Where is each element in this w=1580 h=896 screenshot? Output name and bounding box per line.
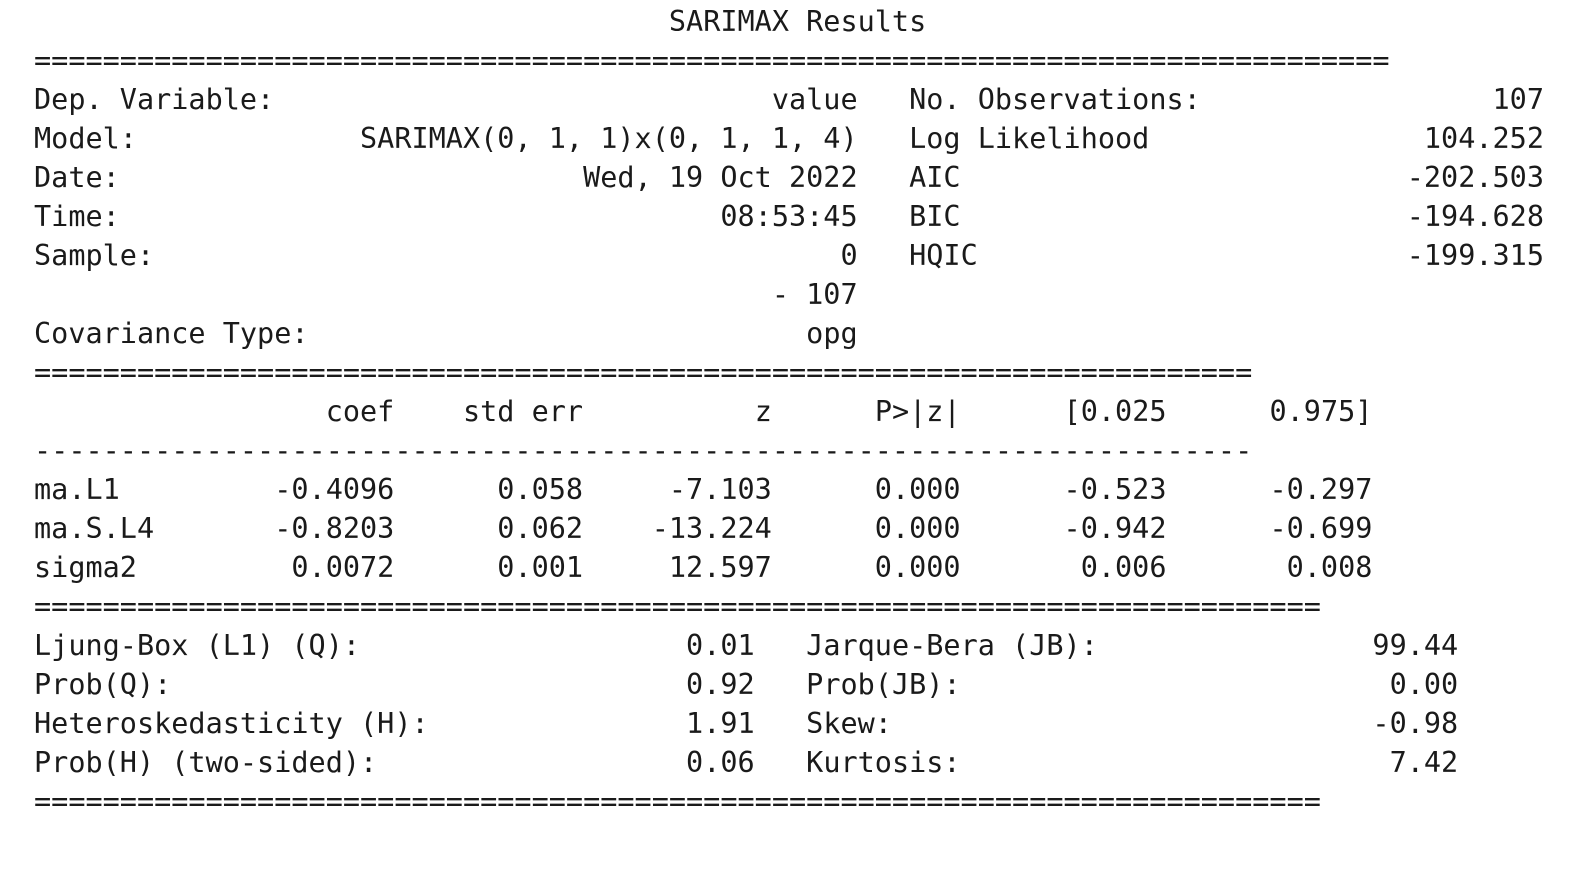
coef-column-header: coef <box>325 395 395 428</box>
separator-diag-top: ========================================… <box>34 590 1321 623</box>
model-info-row: Dep. Variable: value No. Observations: 1… <box>34 83 1544 116</box>
model-info-value: 104.252 <box>1423 122 1544 155</box>
coef-cell: 0.000 <box>874 473 961 506</box>
coef-cell: 0.000 <box>874 551 961 584</box>
model-info-label: No. Observations: <box>909 83 1201 116</box>
diagnostic-value: 0.01 <box>686 629 755 662</box>
coef-column-header: 0.975] <box>1269 395 1373 428</box>
coef-cell: 0.001 <box>497 551 584 584</box>
diagnostics-row: Heteroskedasticity (H): 1.91 Skew: -0.98 <box>34 707 1458 740</box>
diagnostics-section: Ljung-Box (L1) (Q): 0.01 Jarque-Bera (JB… <box>34 626 1544 782</box>
diagnostic-label: Skew: <box>806 707 892 740</box>
model-info-value: -202.503 <box>1406 161 1544 194</box>
model-info-value: 107 <box>1492 83 1544 116</box>
model-info-value: 0 <box>840 239 858 272</box>
coef-cell: -0.699 <box>1269 512 1373 545</box>
coef-table-body: ma.L1 -0.4096 0.058 -7.103 0.000 -0.523 … <box>34 470 1544 587</box>
diagnostic-value: 7.42 <box>1389 746 1459 779</box>
coef-row-name: sigma2 <box>34 551 137 584</box>
coef-cell: 0.006 <box>1080 551 1167 584</box>
coef-cell: -0.942 <box>1063 512 1167 545</box>
model-info-value: - 107 <box>771 278 858 311</box>
model-info-label: AIC <box>909 161 961 194</box>
coef-cell: -7.103 <box>668 473 772 506</box>
diagnostics-row: Prob(H) (two-sided): 0.06 Kurtosis: 7.42 <box>34 746 1458 779</box>
diagnostic-label: Ljung-Box (L1) (Q): <box>34 629 361 662</box>
coef-table-header: coef std err z P>|z| [0.025 0.975] <box>34 392 1544 431</box>
coef-cell: -0.297 <box>1269 473 1373 506</box>
model-info-row: Date: Wed, 19 Oct 2022 AIC -202.503 <box>34 161 1544 194</box>
coef-table-row: sigma2 0.0072 0.001 12.597 0.000 0.006 0… <box>34 551 1372 584</box>
coef-cell: 0.008 <box>1286 551 1373 584</box>
diagnostics-row: Ljung-Box (L1) (Q): 0.01 Jarque-Bera (JB… <box>34 629 1458 662</box>
coef-column-header: P>|z| <box>874 395 961 428</box>
coef-cell: 12.597 <box>668 551 772 584</box>
separator-diag-bottom: ========================================… <box>34 785 1321 818</box>
diagnostic-label: Prob(JB): <box>806 668 961 701</box>
sarimax-results-report: SARIMAX Results ========================… <box>34 2 1544 821</box>
coef-cell: -0.523 <box>1063 473 1167 506</box>
coef-row-name: ma.S.L4 <box>34 512 155 545</box>
model-info-row: Covariance Type: opg <box>34 317 858 350</box>
model-info-label: Dep. Variable: <box>34 83 275 116</box>
coef-cell: 0.058 <box>497 473 584 506</box>
diagnostic-value: 0.92 <box>686 668 755 701</box>
model-info-label: Time: <box>34 200 120 233</box>
model-info-row: Sample: 0 HQIC -199.315 <box>34 239 1544 272</box>
model-info-label: Date: <box>34 161 120 194</box>
model-info-label: Sample: <box>34 239 155 272</box>
diagnostic-label: Jarque-Bera (JB): <box>806 629 1098 662</box>
coef-table-row: ma.S.L4 -0.8203 0.062 -13.224 0.000 -0.9… <box>34 512 1372 545</box>
diagnostics-row: Prob(Q): 0.92 Prob(JB): 0.00 <box>34 668 1458 701</box>
model-info-label: BIC <box>909 200 961 233</box>
model-info-label: Covariance Type: <box>34 317 309 350</box>
coef-row-name: ma.L1 <box>34 473 120 506</box>
diagnostic-label: Prob(Q): <box>34 668 172 701</box>
coef-column-header: std err <box>462 395 584 428</box>
separator-coef-dash: ----------------------------------------… <box>34 434 1253 467</box>
coef-column-header: z <box>754 395 772 428</box>
model-info-value: Wed, 19 Oct 2022 <box>583 161 858 194</box>
diagnostic-label: Kurtosis: <box>806 746 961 779</box>
diagnostic-label: Heteroskedasticity (H): <box>34 707 429 740</box>
diagnostic-value: 1.91 <box>686 707 755 740</box>
coef-cell: -0.8203 <box>274 512 395 545</box>
diagnostic-value: 99.44 <box>1372 629 1459 662</box>
model-info-section: Dep. Variable: value No. Observations: 1… <box>34 80 1544 353</box>
report-title: SARIMAX Results <box>34 2 1544 41</box>
model-info-value: SARIMAX(0, 1, 1)x(0, 1, 1, 4) <box>360 122 858 155</box>
coef-cell: 0.062 <box>497 512 584 545</box>
model-info-value: value <box>771 83 858 116</box>
model-info-value: -199.315 <box>1406 239 1544 272</box>
diagnostic-label: Prob(H) (two-sided): <box>34 746 378 779</box>
model-info-label: HQIC <box>909 239 978 272</box>
diagnostic-value: -0.98 <box>1372 707 1459 740</box>
model-info-row: - 107 <box>34 278 858 311</box>
title-text: SARIMAX Results <box>668 5 927 38</box>
model-info-label: Model: <box>34 122 137 155</box>
coef-table-row: ma.L1 -0.4096 0.058 -7.103 0.000 -0.523 … <box>34 473 1372 506</box>
separator-coef-top: ========================================… <box>34 356 1253 389</box>
model-info-label: Log Likelihood <box>909 122 1150 155</box>
diagnostic-value: 0.00 <box>1389 668 1459 701</box>
coef-cell: -0.4096 <box>274 473 395 506</box>
separator-full-top: ========================================… <box>34 44 1390 77</box>
model-info-value: -194.628 <box>1406 200 1544 233</box>
model-info-value: opg <box>806 317 858 350</box>
coef-cell: 0.0072 <box>291 551 395 584</box>
model-info-value: 08:53:45 <box>720 200 858 233</box>
coef-cell: 0.000 <box>874 512 961 545</box>
model-info-row: Model: SARIMAX(0, 1, 1)x(0, 1, 1, 4) Log… <box>34 122 1544 155</box>
diagnostic-value: 0.06 <box>686 746 755 779</box>
coef-column-header: [0.025 <box>1063 395 1167 428</box>
model-info-row: Time: 08:53:45 BIC -194.628 <box>34 200 1544 233</box>
coef-cell: -13.224 <box>651 512 772 545</box>
